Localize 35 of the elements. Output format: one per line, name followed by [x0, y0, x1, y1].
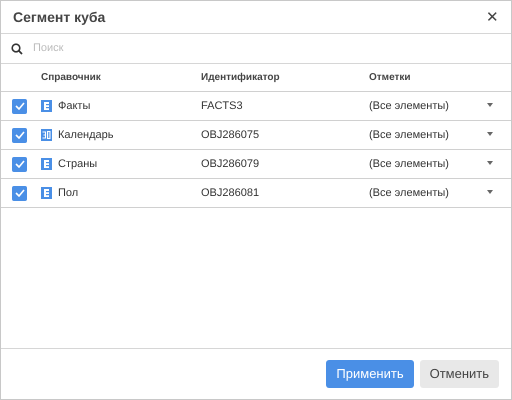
table-cell: OBJ286081: [201, 186, 260, 199]
caret-icon[interactable]: [487, 102, 493, 107]
table-cell: FACTS3: [201, 100, 243, 112]
check-icon: [14, 131, 24, 139]
checkbox[interactable]: [12, 186, 27, 200]
table-cell-text: Календарь: [58, 128, 114, 143]
checkbox[interactable]: [12, 156, 27, 172]
table-cell: OBJ286075: [201, 128, 260, 141]
column-header: Идентификатор: [201, 72, 280, 83]
table-cell-text: Факты: [58, 98, 90, 114]
dropdown-value: (Все элементы): [369, 158, 449, 170]
checkbox[interactable]: [12, 98, 27, 114]
table-icon: [41, 187, 52, 199]
cancel-button[interactable]: Отменить: [420, 360, 499, 388]
table-cell: OBJ286079: [201, 158, 260, 170]
check-icon: [14, 189, 24, 197]
table-cell-text: Страны: [58, 156, 98, 172]
search-icon: [11, 42, 23, 54]
caret-icon[interactable]: [487, 190, 493, 194]
dialog-title: Сегмент куба: [13, 8, 106, 27]
close-button[interactable]: ✕: [486, 10, 499, 24]
calendar-icon: [41, 129, 52, 141]
check-icon: [14, 102, 24, 110]
dropdown-value: (Все элементы): [369, 128, 449, 141]
checkbox[interactable]: [12, 128, 27, 142]
dropdown-value: (Все элементы): [369, 186, 449, 199]
table-icon: [41, 100, 52, 112]
caret-icon[interactable]: [487, 160, 493, 165]
column-header: Отметки: [369, 72, 411, 83]
table-cell-text: Пол: [58, 186, 78, 201]
caret-icon[interactable]: [487, 132, 493, 136]
table-icon: [41, 158, 52, 170]
column-header: Справочник: [41, 71, 101, 85]
dropdown-value: (Все элементы): [369, 100, 449, 112]
check-icon: [14, 160, 24, 168]
